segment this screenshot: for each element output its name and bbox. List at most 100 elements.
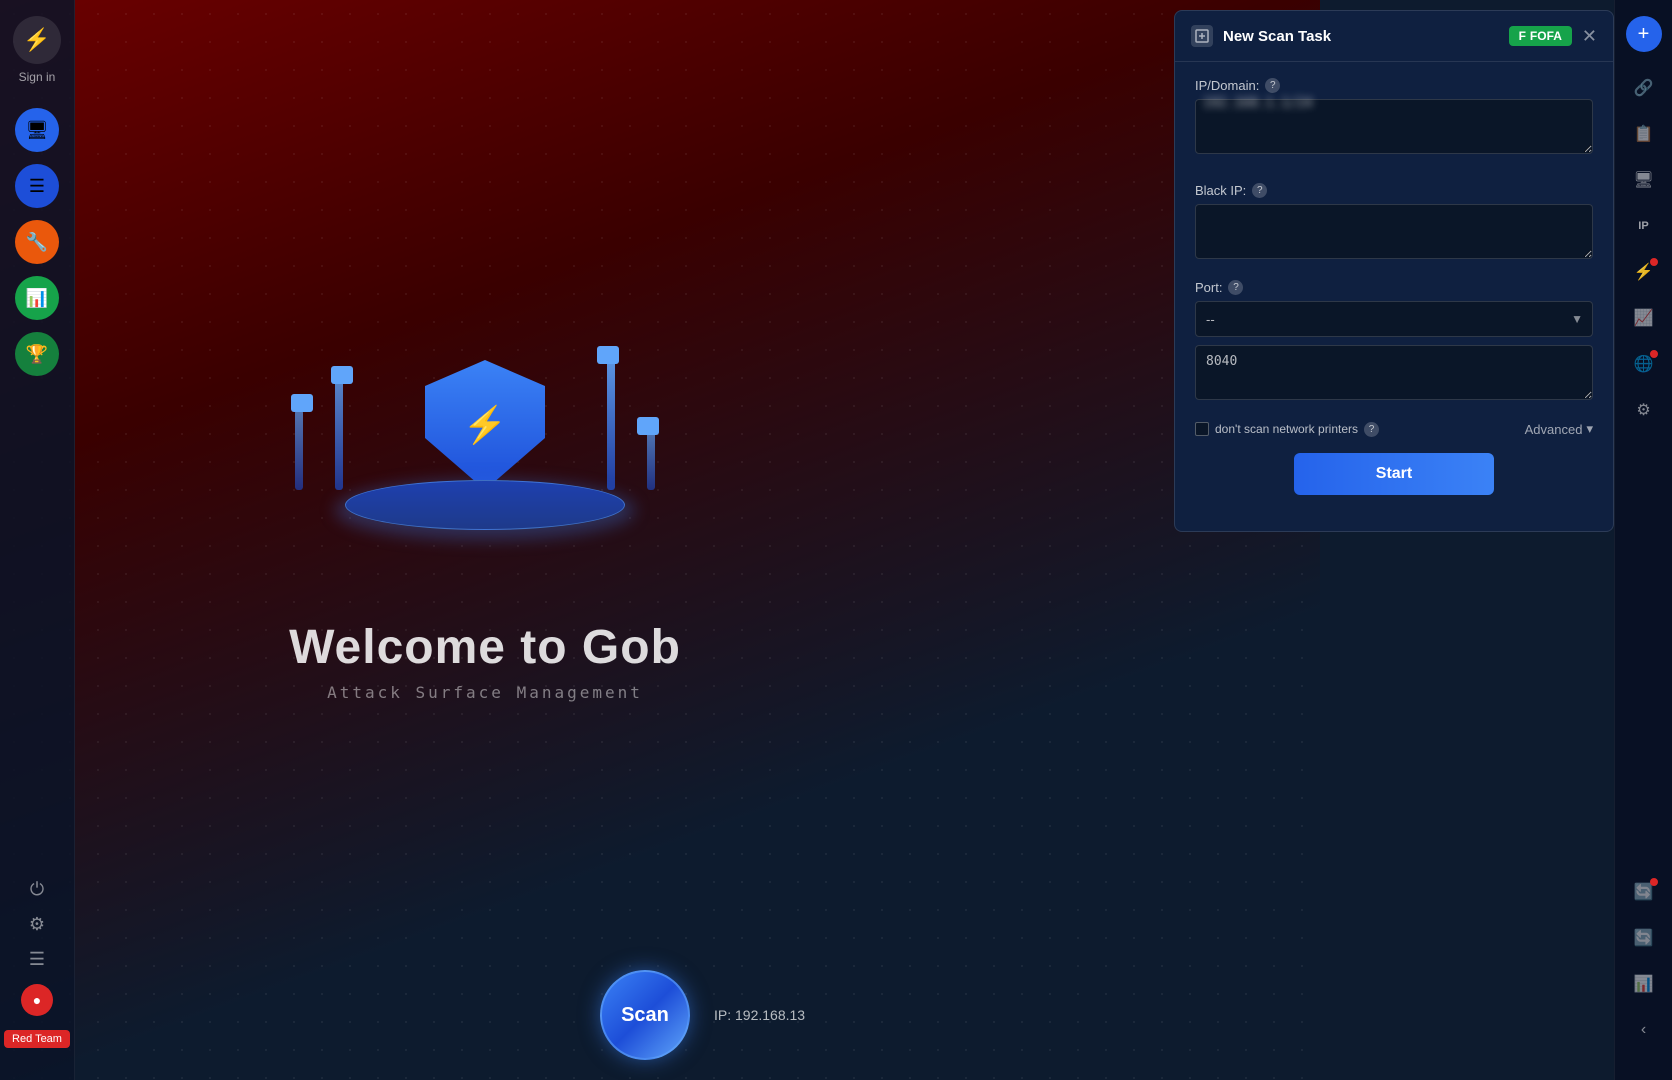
- dialog-title-area: New Scan Task: [1191, 25, 1331, 47]
- sidebar-item-tools[interactable]: 🔧: [15, 220, 59, 264]
- dont-scan-printers-label: don't scan network printers: [1215, 422, 1358, 436]
- printers-help-icon[interactable]: ?: [1364, 422, 1379, 437]
- list-icon: ☰: [29, 176, 45, 197]
- right-nav-scan[interactable]: ⚡: [1626, 254, 1662, 290]
- trophy-icon: 🏆: [26, 344, 48, 365]
- port-help-icon[interactable]: ?: [1228, 280, 1243, 295]
- node-box-3: [637, 417, 659, 435]
- right-nav-clipboard[interactable]: 📋: [1626, 116, 1662, 152]
- ip-icon: IP: [1638, 220, 1648, 232]
- right-nav-globe[interactable]: 🌐: [1626, 346, 1662, 382]
- power-icon[interactable]: ⏻: [30, 879, 44, 900]
- chevron-left-icon: ‹: [1641, 1021, 1646, 1039]
- ip-domain-group: IP/Domain: ? 192.168.1.1/24: [1195, 78, 1593, 177]
- refresh-notification-dot: [1650, 878, 1658, 886]
- node-box-4: [597, 346, 619, 364]
- link-icon: 🔗: [1634, 78, 1654, 98]
- sidebar-bottom: ⏻ ⚙ ☰ ● Red Team: [4, 879, 70, 1064]
- pillar-1: [295, 410, 303, 490]
- right-nav-chart[interactable]: 📈: [1626, 300, 1662, 336]
- stats-icon: 📊: [26, 288, 48, 309]
- port-group: Port: ? -- Common ports All ports Custom…: [1195, 280, 1593, 405]
- globe-notification-dot: [1650, 350, 1658, 358]
- welcome-subtitle: Attack Surface Management: [289, 683, 681, 702]
- ip-domain-input[interactable]: [1195, 99, 1593, 154]
- right-nav-refresh-dot[interactable]: 🔄: [1626, 874, 1662, 910]
- port-select-wrapper: -- Common ports All ports Custom ▼: [1195, 301, 1593, 337]
- dialog-header: New Scan Task F FOFA ✕: [1175, 11, 1613, 62]
- refresh-icon: 🔄: [1634, 928, 1654, 948]
- sidebar-item-trophy[interactable]: 🏆: [15, 332, 59, 376]
- pillar-4: [607, 360, 615, 490]
- options-row: don't scan network printers ? Advanced ▾: [1195, 421, 1593, 437]
- settings-icon[interactable]: ⚙: [29, 914, 45, 935]
- red-team-badge[interactable]: Red Team: [4, 1030, 70, 1048]
- advanced-chevron-icon: ▾: [1586, 421, 1593, 437]
- ip-display: IP: 192.168.13: [714, 1007, 805, 1023]
- node-box-2: [331, 366, 353, 384]
- right-nav-ip[interactable]: IP: [1626, 208, 1662, 244]
- scan-button[interactable]: Scan: [600, 970, 690, 1060]
- sign-in-label[interactable]: Sign in: [19, 70, 56, 84]
- bar-chart-icon: 📊: [1634, 974, 1654, 994]
- black-ip-group: Black IP: ?: [1195, 183, 1593, 264]
- ip-domain-help-icon[interactable]: ?: [1265, 78, 1280, 93]
- right-nav-monitor[interactable]: 🖥: [1626, 162, 1662, 198]
- app-logo[interactable]: ⚡: [13, 16, 61, 64]
- chart-icon: 📈: [1634, 308, 1654, 328]
- port-label: Port: ?: [1195, 280, 1593, 295]
- sidebar-nav: 🖥 ☰ 🔧 📊 🏆: [15, 108, 59, 879]
- right-nav-settings[interactable]: ⚙: [1626, 392, 1662, 428]
- red-dot-indicator[interactable]: ●: [21, 984, 53, 1016]
- menu-icon[interactable]: ☰: [29, 949, 45, 970]
- advanced-button[interactable]: Advanced ▾: [1525, 421, 1593, 437]
- scan-task-dialog: New Scan Task F FOFA ✕ IP/Domain: ? 192.…: [1174, 10, 1614, 532]
- left-sidebar: ⚡ Sign in 🖥 ☰ 🔧 📊 🏆 ⏻ ⚙ ☰ ● Red Team: [0, 0, 75, 1080]
- shield-icon: ⚡: [425, 360, 545, 490]
- sidebar-item-monitor[interactable]: 🖥: [15, 108, 59, 152]
- welcome-title: Welcome to Gob: [289, 620, 681, 675]
- start-button[interactable]: Start: [1294, 453, 1494, 495]
- port-select[interactable]: -- Common ports All ports Custom: [1195, 301, 1593, 337]
- black-ip-input[interactable]: [1195, 204, 1593, 259]
- dialog-actions: F FOFA ✕: [1509, 26, 1597, 46]
- right-settings-icon: ⚙: [1636, 400, 1650, 420]
- dialog-title: New Scan Task: [1223, 28, 1331, 45]
- right-nav-refresh[interactable]: 🔄: [1626, 920, 1662, 956]
- dont-scan-printers-checkbox[interactable]: [1195, 422, 1209, 436]
- right-nav-link[interactable]: 🔗: [1626, 70, 1662, 106]
- monitor-icon: 🖥: [26, 120, 49, 141]
- add-new-button[interactable]: +: [1626, 16, 1662, 52]
- right-sidebar-bottom: 🔄 🔄 📊 ‹: [1626, 874, 1662, 1064]
- main-illustration-area: ⚡ Welcome to Gob Attack Surface Manageme…: [75, 180, 895, 702]
- scan-button-area: Scan IP: 192.168.13: [600, 970, 805, 1060]
- printer-checkbox-group: don't scan network printers ?: [1195, 422, 1379, 437]
- clipboard-icon: 📋: [1634, 124, 1654, 144]
- collapse-sidebar-button[interactable]: ‹: [1626, 1012, 1662, 1048]
- pillar-2: [335, 380, 343, 490]
- monitor-right-icon: 🖥: [1633, 170, 1653, 190]
- right-nav-bar-chart[interactable]: 📊: [1626, 966, 1662, 1002]
- platform-scene: ⚡: [235, 180, 735, 600]
- black-ip-help-icon[interactable]: ?: [1252, 183, 1267, 198]
- logo-icon: ⚡: [23, 27, 50, 53]
- port-custom-input[interactable]: 8040: [1195, 345, 1593, 400]
- fofa-badge[interactable]: F FOFA: [1509, 26, 1572, 46]
- dialog-close-button[interactable]: ✕: [1582, 27, 1597, 45]
- scan-notification-dot: [1650, 258, 1658, 266]
- dialog-body: IP/Domain: ? 192.168.1.1/24 Black IP: ? …: [1175, 62, 1613, 511]
- black-ip-label: Black IP: ?: [1195, 183, 1593, 198]
- fofa-icon: F: [1519, 29, 1526, 43]
- node-box-1: [291, 394, 313, 412]
- fofa-label: FOFA: [1530, 29, 1562, 43]
- ip-domain-label: IP/Domain: ?: [1195, 78, 1593, 93]
- right-sidebar: + 🔗 📋 🖥 IP ⚡ 📈 🌐 ⚙ 🔄 🔄 📊 ‹: [1614, 0, 1672, 1080]
- platform-disk: [345, 480, 625, 530]
- sidebar-item-stats[interactable]: 📊: [15, 276, 59, 320]
- advanced-label: Advanced: [1525, 422, 1583, 437]
- dialog-scan-icon: [1191, 25, 1213, 47]
- pillar-3: [647, 430, 655, 490]
- plus-icon: +: [1638, 23, 1650, 46]
- shield-container: ⚡: [425, 360, 545, 490]
- sidebar-item-list[interactable]: ☰: [15, 164, 59, 208]
